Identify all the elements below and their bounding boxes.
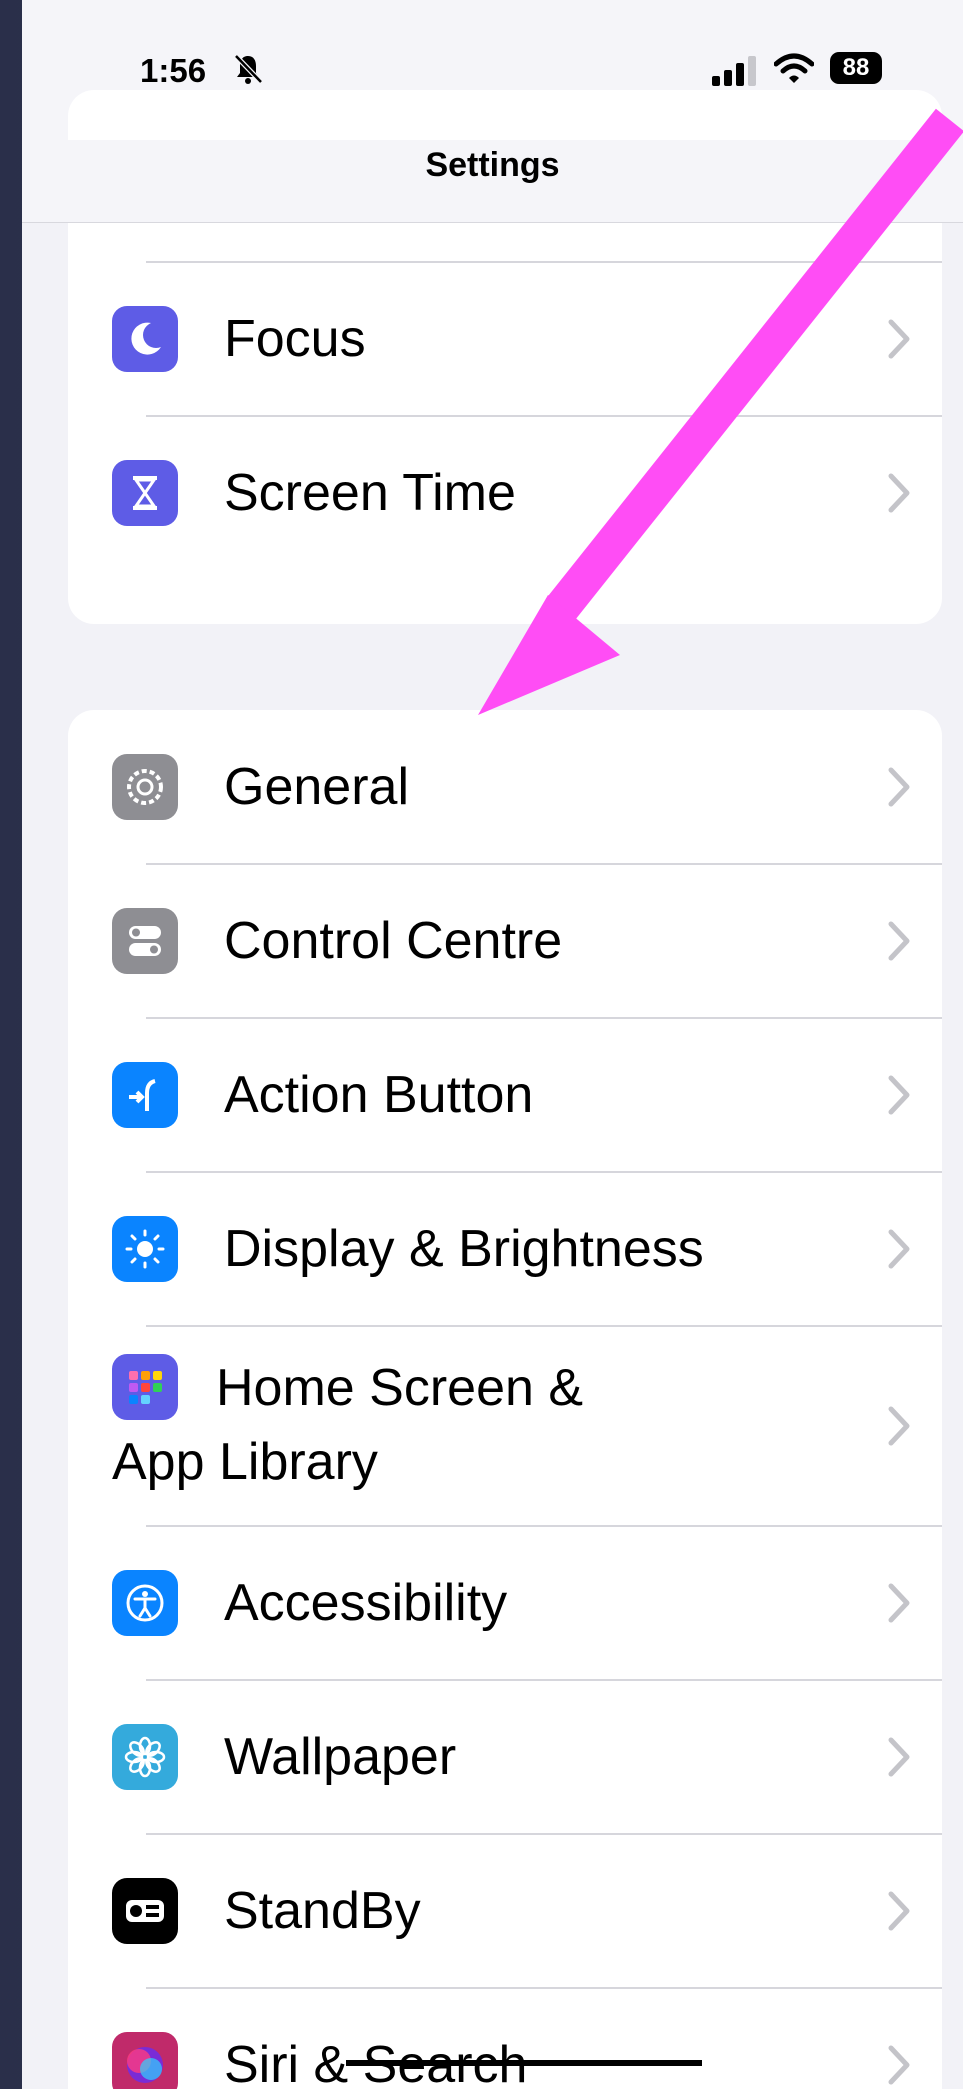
chevron-right-icon <box>888 319 910 359</box>
settings-row-label: Control Centre <box>224 912 563 970</box>
settings-row-display-brightness[interactable]: Display & Brightness <box>68 1172 942 1326</box>
status-time: 1:56 <box>140 52 207 89</box>
strike-line <box>346 2060 702 2066</box>
chevron-right-icon <box>888 1583 910 1623</box>
wifi-icon <box>774 53 814 83</box>
chevron-right-icon <box>888 2045 910 2085</box>
nav-bar: Settings <box>22 140 963 223</box>
settings-row-wallpaper[interactable]: Wallpaper <box>68 1680 942 1834</box>
gear-icon <box>112 754 178 820</box>
settings-row-focus[interactable]: Focus <box>68 262 942 416</box>
phone-screen: 1:56 88 Settings Sounds & HapticsFocusSc… <box>22 0 963 2089</box>
chevron-right-icon <box>888 1891 910 1931</box>
settings-row-siri-search[interactable]: Siri & Search <box>68 1988 942 2089</box>
chevron-right-icon <box>888 1229 910 1269</box>
settings-row-action-button[interactable]: Action Button <box>68 1018 942 1172</box>
chevron-right-icon <box>888 767 910 807</box>
chevron-right-icon <box>888 473 910 513</box>
settings-row-label: Action Button <box>224 1066 534 1124</box>
settings-row-label: General <box>224 758 409 816</box>
chevron-right-icon <box>888 921 910 961</box>
page-title: Settings <box>425 146 560 184</box>
accessibility-icon <box>112 1570 178 1636</box>
settings-row-label: Home Screen & <box>216 1359 584 1417</box>
settings-row-screen-time[interactable]: Screen Time <box>68 416 942 570</box>
settings-row-label: Accessibility <box>224 1574 508 1632</box>
settings-row-label: Display & Brightness <box>224 1220 704 1278</box>
chevron-right-icon <box>888 1406 910 1446</box>
bell-slash-icon <box>234 54 263 84</box>
settings-row-label: Screen Time <box>224 464 516 522</box>
settings-row-control-centre[interactable]: Control Centre <box>68 864 942 1018</box>
settings-group-2: General Control Centre Action Button Displa… <box>68 710 942 2089</box>
moon-icon <box>112 306 178 372</box>
settings-row-home-screen[interactable]: Home Screen & App Library <box>68 1326 942 1526</box>
settings-row-accessibility[interactable]: Accessibility <box>68 1526 942 1680</box>
action-button-icon <box>112 1062 178 1128</box>
settings-row-label: Wallpaper <box>224 1728 457 1786</box>
settings-row-standby[interactable]: StandBy <box>68 1834 942 1988</box>
hourglass-icon <box>112 460 178 526</box>
settings-row-label-line2: App Library <box>112 1433 378 1491</box>
chevron-right-icon <box>888 1075 910 1115</box>
flower-icon <box>112 1724 178 1790</box>
standby-icon <box>112 1878 178 1944</box>
settings-row-label: Focus <box>224 310 366 368</box>
toggles-icon <box>112 908 178 974</box>
chevron-right-icon <box>888 1737 910 1777</box>
app-grid-icon <box>112 1354 178 1420</box>
settings-row-label: StandBy <box>224 1882 421 1940</box>
cellular-signal-icon <box>712 56 756 86</box>
sun-icon <box>112 1216 178 1282</box>
battery-indicator: 88 <box>830 52 882 84</box>
siri-icon <box>112 2032 178 2089</box>
settings-row-general[interactable]: General <box>68 710 942 864</box>
